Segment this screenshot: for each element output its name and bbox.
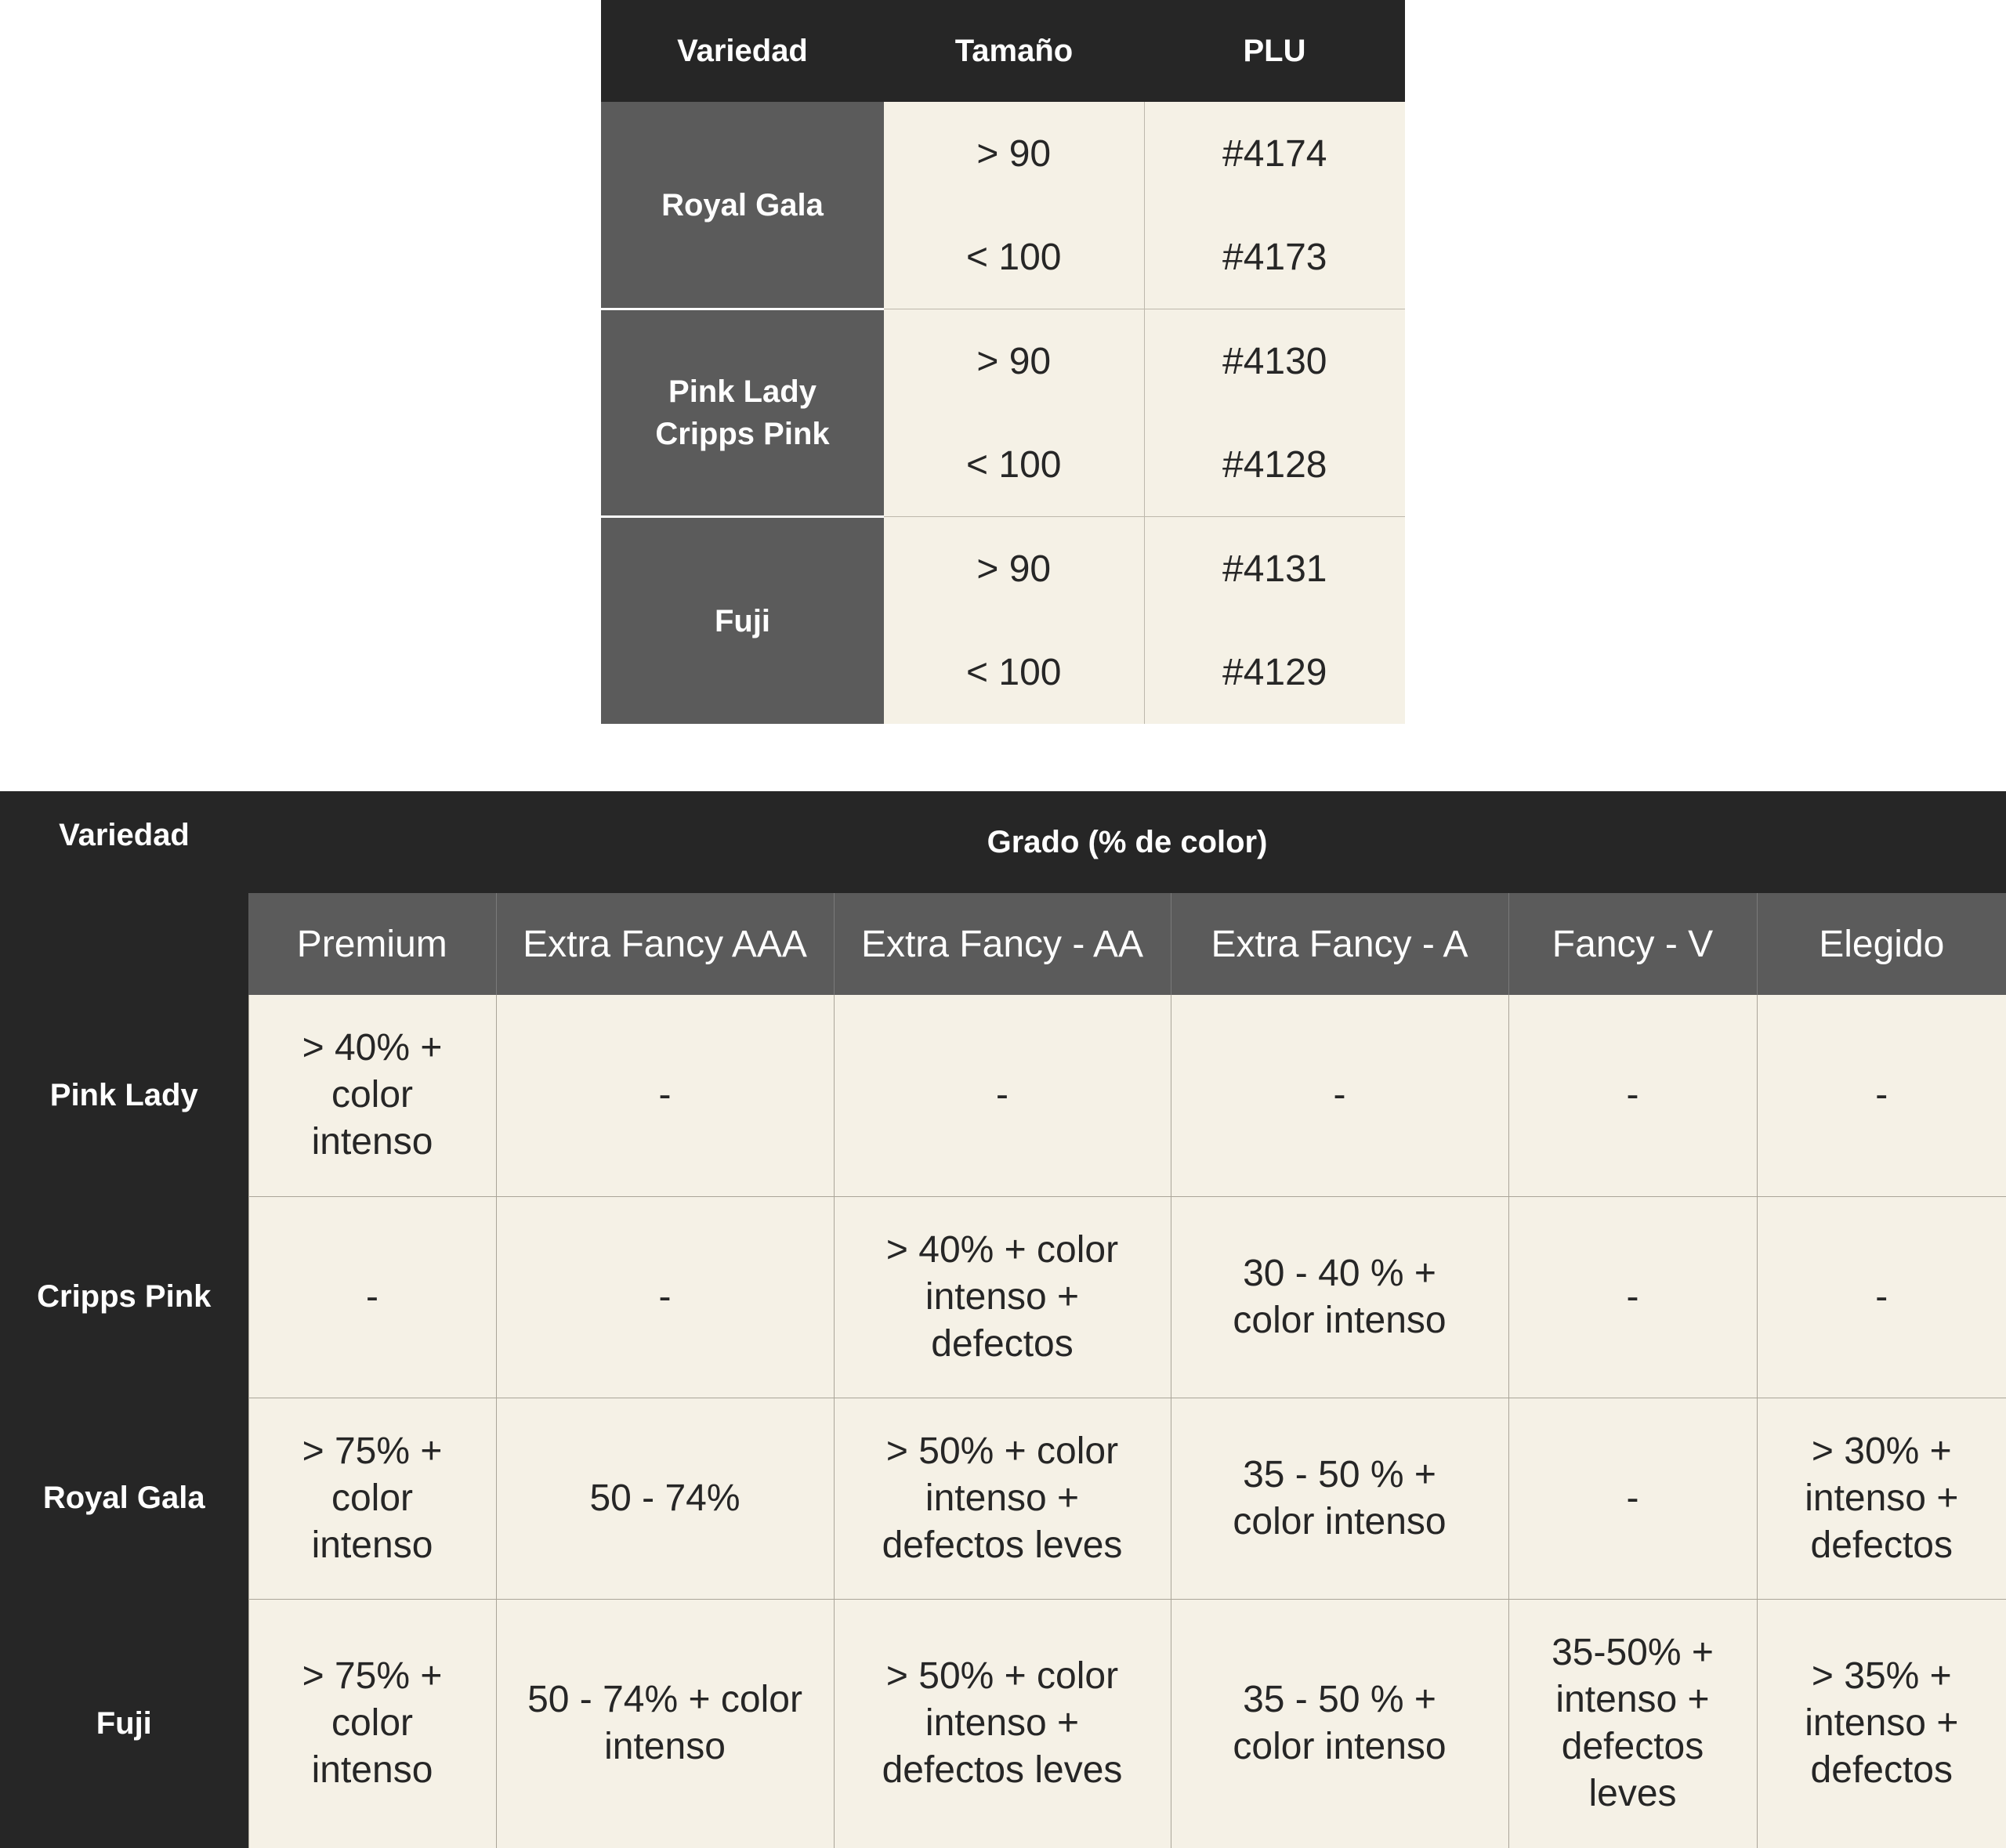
plu-header-row: Variedad Tamaño PLU	[601, 0, 1405, 102]
grade-cell-text: -	[835, 1072, 1171, 1119]
grade-cell: -	[1508, 1398, 1757, 1599]
grade-cell: > 35% + intenso + defectos	[1757, 1599, 2006, 1848]
table-row: Pink Lady > 40% + color intenso - - - - …	[0, 995, 2006, 1196]
grade-cell: -	[496, 1196, 834, 1398]
grade-cell: -	[834, 995, 1171, 1196]
grade-cell-text: -	[1509, 1072, 1757, 1119]
size-cell: > 90	[884, 309, 1144, 414]
plu-table: Variedad Tamaño PLU Royal Gala > 90 #417…	[601, 0, 1405, 724]
variety-label: Royal Gala	[661, 188, 824, 222]
table-row: Fuji > 75% + color intenso 50 - 74% + co…	[0, 1599, 2006, 1848]
variety-cell: Royal Gala	[0, 1398, 248, 1599]
size-cell: < 100	[884, 620, 1144, 724]
grade-cell: -	[1508, 1196, 1757, 1398]
grade-cell: > 75% + color intenso	[248, 1398, 496, 1599]
grade-header-extra-fancy-a: Extra Fancy - A	[1171, 893, 1508, 995]
grade-cell-text: -	[497, 1274, 834, 1321]
variety-cell: Royal Gala	[601, 102, 884, 309]
grade-cell-text: > 50% + color intenso + defectos leves	[835, 1653, 1171, 1794]
grade-cell-text: > 75% + color intenso	[249, 1428, 496, 1569]
grade-cell-text: 35 - 50 % + color intenso	[1171, 1452, 1508, 1546]
table-row: Fuji > 90 #4131	[601, 517, 1405, 621]
variety-label: Cripps Pink	[655, 417, 829, 451]
grade-header-extra-fancy-aaa: Extra Fancy AAA	[496, 893, 834, 995]
grade-cell: > 75% + color intenso	[248, 1599, 496, 1848]
header-plu: PLU	[1144, 0, 1405, 102]
size-cell: > 90	[884, 517, 1144, 621]
size-cell: < 100	[884, 205, 1144, 309]
size-cell: < 100	[884, 413, 1144, 517]
grade-cell: > 50% + color intenso + defectos leves	[834, 1599, 1171, 1848]
grade-cell-text: -	[1509, 1475, 1757, 1522]
grade-cell-text: -	[1758, 1072, 2006, 1119]
header-variety: Variedad	[601, 0, 884, 102]
grade-cell: 30 - 40 % + color intenso	[1171, 1196, 1508, 1398]
grade-cell: 50 - 74% + color intenso	[496, 1599, 834, 1848]
grade-cell: 35-50% + intenso + defectos leves	[1508, 1599, 1757, 1848]
variety-cell: Pink Lady	[0, 995, 248, 1196]
table-row: Royal Gala > 75% + color intenso 50 - 74…	[0, 1398, 2006, 1599]
grade-cell: -	[1757, 995, 2006, 1196]
grade-cell-text: 50 - 74% + color intenso	[497, 1676, 834, 1770]
grade-cell-text: 35 - 50 % + color intenso	[1171, 1676, 1508, 1770]
variety-cell: Fuji	[601, 517, 884, 725]
grade-cell-text: > 75% + color intenso	[249, 1653, 496, 1794]
grade-cell-text: -	[1509, 1274, 1757, 1321]
grade-cell: -	[1757, 1196, 2006, 1398]
grade-cell: 35 - 50 % + color intenso	[1171, 1398, 1508, 1599]
grade-header-elegido: Elegido	[1757, 893, 2006, 995]
grade-cell-text: > 35% + intenso + defectos	[1758, 1653, 2006, 1794]
plu-cell: #4129	[1144, 620, 1405, 724]
grade-cell-text: > 40% + color intenso + defectos	[835, 1227, 1171, 1368]
grade-cell-text: > 30% + intenso + defectos	[1758, 1428, 2006, 1569]
grade-table: Variedad Grado (% de color) Premium Extr…	[0, 791, 2006, 1848]
grade-cell: > 40% + color intenso + defectos	[834, 1196, 1171, 1398]
plu-cell: #4130	[1144, 309, 1405, 414]
grade-cell-text: 35-50% + intenso + defectos leves	[1509, 1629, 1757, 1817]
grade-header-fancy-v: Fancy - V	[1508, 893, 1757, 995]
header-size: Tamaño	[884, 0, 1144, 102]
grade-cell: > 50% + color intenso + defectos leves	[834, 1398, 1171, 1599]
grade-cell-text: > 50% + color intenso + defectos leves	[835, 1428, 1171, 1569]
variety-cell: Cripps Pink	[0, 1196, 248, 1398]
grade-cell: -	[1508, 995, 1757, 1196]
grade-cell-text: -	[1171, 1072, 1508, 1119]
plu-cell: #4173	[1144, 205, 1405, 309]
variety-label: Fuji	[715, 604, 770, 638]
grade-cell: -	[496, 995, 834, 1196]
table-row: Cripps Pink - - > 40% + color intenso + …	[0, 1196, 2006, 1398]
grade-cell-text: > 40% + color intenso	[249, 1025, 496, 1166]
plu-cell: #4131	[1144, 517, 1405, 621]
variety-cell: Fuji	[0, 1599, 248, 1848]
grade-cell: -	[1171, 995, 1508, 1196]
size-cell: > 90	[884, 102, 1144, 205]
grade-cell: -	[248, 1196, 496, 1398]
grade-header-extra-fancy-aa: Extra Fancy - AA	[834, 893, 1171, 995]
header-grade-group: Grado (% de color)	[248, 791, 2006, 893]
grade-cell-text: 30 - 40 % + color intenso	[1171, 1250, 1508, 1344]
table-row: Pink Lady Cripps Pink > 90 #4130	[601, 309, 1405, 414]
grade-header-premium: Premium	[248, 893, 496, 995]
variety-cell: Pink Lady Cripps Pink	[601, 309, 884, 517]
grade-cell-text: -	[497, 1072, 834, 1119]
grade-subheader-row: Premium Extra Fancy AAA Extra Fancy - AA…	[0, 893, 2006, 995]
grade-cell-text: -	[1758, 1274, 2006, 1321]
header-variety: Variedad	[0, 791, 248, 995]
variety-label: Pink Lady	[668, 374, 817, 409]
grade-cell: > 30% + intenso + defectos	[1757, 1398, 2006, 1599]
plu-cell: #4128	[1144, 413, 1405, 517]
grade-cell-text: -	[249, 1274, 496, 1321]
grade-cell: 35 - 50 % + color intenso	[1171, 1599, 1508, 1848]
table-row: Royal Gala > 90 #4174	[601, 102, 1405, 205]
grade-cell: > 40% + color intenso	[248, 995, 496, 1196]
grade-cell: 50 - 74%	[496, 1398, 834, 1599]
plu-cell: #4174	[1144, 102, 1405, 205]
grade-header-row: Variedad Grado (% de color)	[0, 791, 2006, 893]
grade-cell-text: 50 - 74%	[497, 1475, 834, 1522]
